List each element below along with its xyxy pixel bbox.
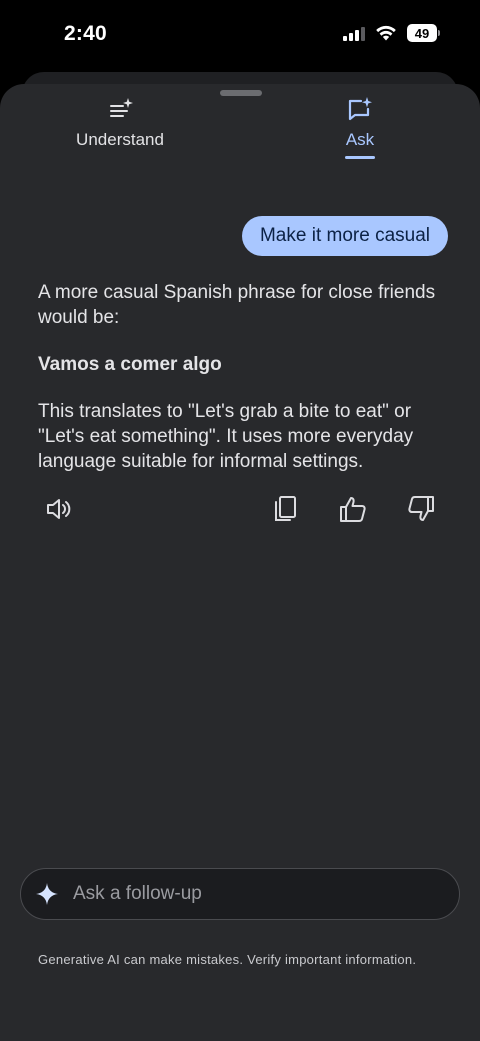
status-bar: 2:40 49: [0, 0, 480, 72]
response-explanation: This translates to "Let's grab a bite to…: [38, 401, 414, 472]
follow-up-input[interactable]: Ask a follow-up: [20, 868, 460, 920]
status-time: 2:40: [64, 22, 107, 45]
thumbs-down-button[interactable]: [406, 494, 436, 524]
speaker-button[interactable]: [44, 494, 74, 524]
copy-icon: [275, 496, 296, 521]
response-phrase: Vamos a comer algo: [38, 354, 222, 375]
ai-response: A more casual Spanish phrase for close f…: [38, 280, 448, 496]
tab-ask[interactable]: Ask: [300, 96, 420, 159]
thumbs-down-icon: [408, 496, 434, 521]
cellular-signal-icon: [343, 25, 365, 41]
battery-level: 49: [407, 24, 437, 42]
bottom-sheet: Understand Ask Make it more casual A mor…: [0, 84, 480, 1041]
tab-understand-label: Understand: [76, 130, 164, 149]
tab-understand[interactable]: Understand: [60, 96, 180, 150]
tab-ask-label: Ask: [345, 130, 375, 149]
response-actions: [0, 494, 480, 524]
sparkle-list-icon: [110, 98, 133, 117]
follow-up-placeholder: Ask a follow-up: [73, 883, 202, 904]
battery-indicator: 49: [407, 24, 440, 42]
copy-button[interactable]: [270, 494, 300, 524]
active-tab-indicator: [345, 156, 375, 159]
sheet-drag-handle[interactable]: [220, 90, 262, 96]
sparkle-chat-icon: [348, 97, 372, 121]
speaker-icon: [47, 499, 71, 519]
ai-disclaimer: Generative AI can make mistakes. Verify …: [38, 952, 417, 967]
wifi-icon: [376, 25, 396, 41]
response-intro: A more casual Spanish phrase for close f…: [38, 282, 436, 328]
thumbs-up-button[interactable]: [338, 494, 368, 524]
gemini-sparkle-icon: [36, 883, 58, 905]
status-icons: 49: [343, 24, 440, 42]
thumbs-up-icon: [340, 497, 366, 522]
user-message-bubble: Make it more casual: [241, 216, 448, 256]
